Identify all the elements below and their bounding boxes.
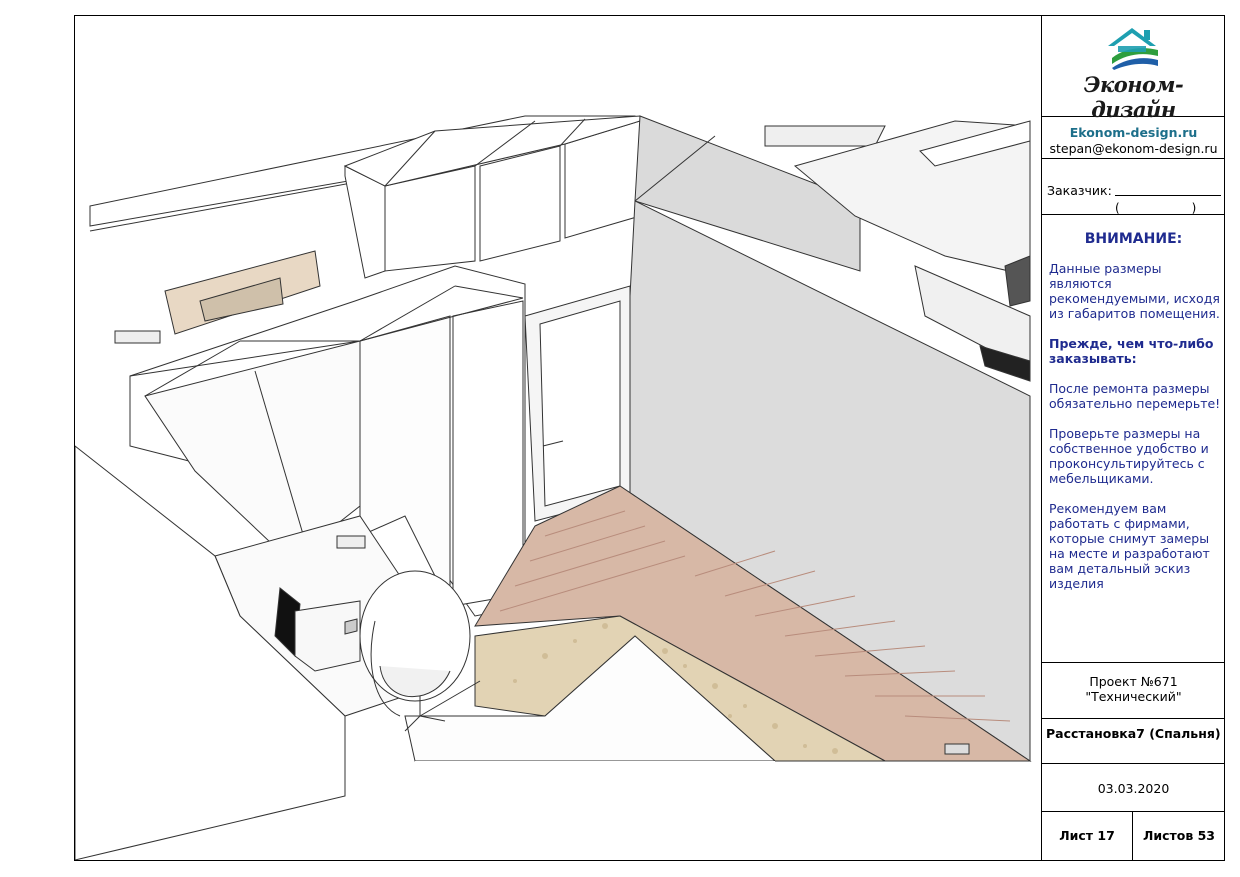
notice-paragraph-1: Данные размеры являются рекомендуемыми, … — [1049, 261, 1220, 321]
layout-cell: Расстановка7 (Спальня) — [1042, 719, 1225, 764]
notice-paragraph-3: После ремонта размеры обязательно переме… — [1049, 381, 1221, 411]
notice-paragraph-2: Прежде, чем что-либо заказывать: — [1049, 336, 1214, 366]
notice-cell: ВНИМАНИЕ: Данные размеры являются рекоме… — [1042, 215, 1225, 663]
site-cell: Ekonom-design.ru stepan@ekonom-design.ru — [1042, 117, 1225, 159]
project-number: Проект №671 — [1089, 674, 1178, 689]
site-email-link[interactable]: stepan@ekonom-design.ru — [1042, 141, 1225, 156]
sheets-cell: Лист 17 Листов 53 — [1042, 812, 1225, 860]
client-name-line — [1115, 195, 1221, 196]
project-name: "Технический" — [1085, 689, 1182, 704]
client-cell: Заказчик: (____________) — [1042, 159, 1225, 215]
logo-cell: Эконом-дизайн — [1042, 16, 1225, 122]
title-block: Эконом-дизайн Ekonom-design.ru stepan@ek… — [1041, 16, 1225, 860]
drawing-sheet: Эконом-дизайн Ekonom-design.ru stepan@ek… — [74, 15, 1225, 861]
sheet-date: 03.03.2020 — [1097, 781, 1170, 796]
notice-body: Данные размеры являются рекомендуемыми, … — [1049, 261, 1225, 606]
project-cell: Проект №671 "Технический" — [1042, 663, 1225, 719]
logo-text: Эконом-дизайн — [1083, 72, 1184, 122]
notice-paragraph-4: Проверьте размеры на собственное удобств… — [1049, 426, 1209, 486]
client-paren: (____________) — [1115, 201, 1197, 215]
date-cell: 03.03.2020 — [1042, 764, 1225, 812]
client-label: Заказчик: — [1047, 183, 1112, 198]
notice-title: ВНИМАНИЕ: — [1084, 231, 1183, 247]
sheets-total: Листов 53 — [1142, 828, 1216, 843]
room-render — [75, 16, 1041, 860]
site-url-link[interactable]: Ekonom-design.ru — [1042, 125, 1225, 140]
house-logo-icon — [1108, 28, 1158, 70]
sheet-number: Лист 17 — [1042, 812, 1133, 860]
layout-name: Расстановка7 (Спальня) — [1046, 726, 1221, 741]
notice-paragraph-5: Рекомендуем вам работать с фирмами, кото… — [1049, 501, 1210, 591]
